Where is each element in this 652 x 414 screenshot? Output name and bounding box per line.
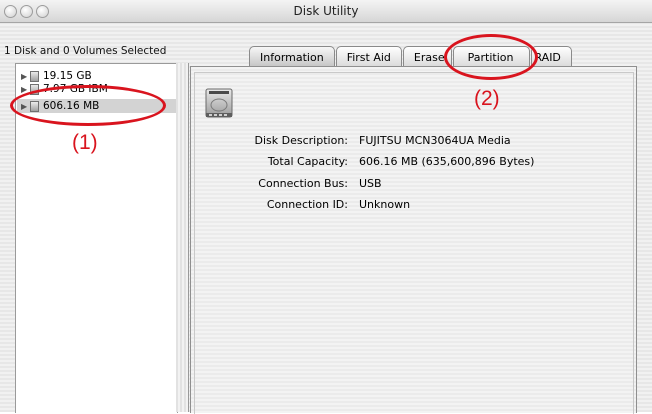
info-total-capacity: Total Capacity: 606.16 MB (635,600,896 B… — [195, 155, 535, 171]
info-disk-description: Disk Description: FUJITSU MCN3064UA Medi… — [195, 134, 511, 150]
title-bar: Disk Utility — [0, 0, 652, 23]
disk-item-19gb[interactable]: ▶ 19.15 GB — [21, 69, 92, 83]
window-title: Disk Utility — [293, 4, 359, 18]
callout-ellipse-disk — [10, 85, 166, 126]
disk-icon — [30, 70, 39, 82]
info-connection-id: Connection ID: Unknown — [195, 198, 410, 214]
callout-ellipse-partition — [444, 34, 538, 80]
info-label: Connection Bus: — [258, 177, 348, 190]
information-content: Disk Description: FUJITSU MCN3064UA Medi… — [194, 72, 634, 414]
disk-utility-window: Disk Utility 1 Disk and 0 Volumes Select… — [0, 0, 652, 414]
tab-first-aid[interactable]: First Aid — [335, 46, 402, 68]
info-value: Unknown — [359, 198, 411, 211]
callout-label-2: (2) — [474, 87, 500, 110]
info-label: Connection ID: — [266, 198, 348, 211]
info-label: Disk Description: — [254, 134, 348, 147]
info-label: Total Capacity: — [267, 155, 348, 168]
callout-label-1: (1) — [72, 131, 98, 154]
info-value: USB — [359, 177, 382, 190]
selection-summary: 1 Disk and 0 Volumes Selected — [4, 45, 167, 57]
disk-item-label: 19.15 GB — [43, 70, 92, 82]
information-panel: Disk Description: FUJITSU MCN3064UA Medi… — [190, 66, 637, 414]
sidebar-scrollbar[interactable] — [176, 63, 189, 412]
info-connection-bus: Connection Bus: USB — [195, 177, 381, 193]
disclosure-triangle-icon[interactable]: ▶ — [21, 72, 30, 81]
info-value: 606.16 MB (635,600,896 Bytes) — [359, 155, 535, 168]
info-value: FUJITSU MCN3064UA Media — [359, 134, 511, 147]
tab-information[interactable]: Information — [249, 46, 335, 68]
hard-drive-icon — [205, 88, 233, 118]
